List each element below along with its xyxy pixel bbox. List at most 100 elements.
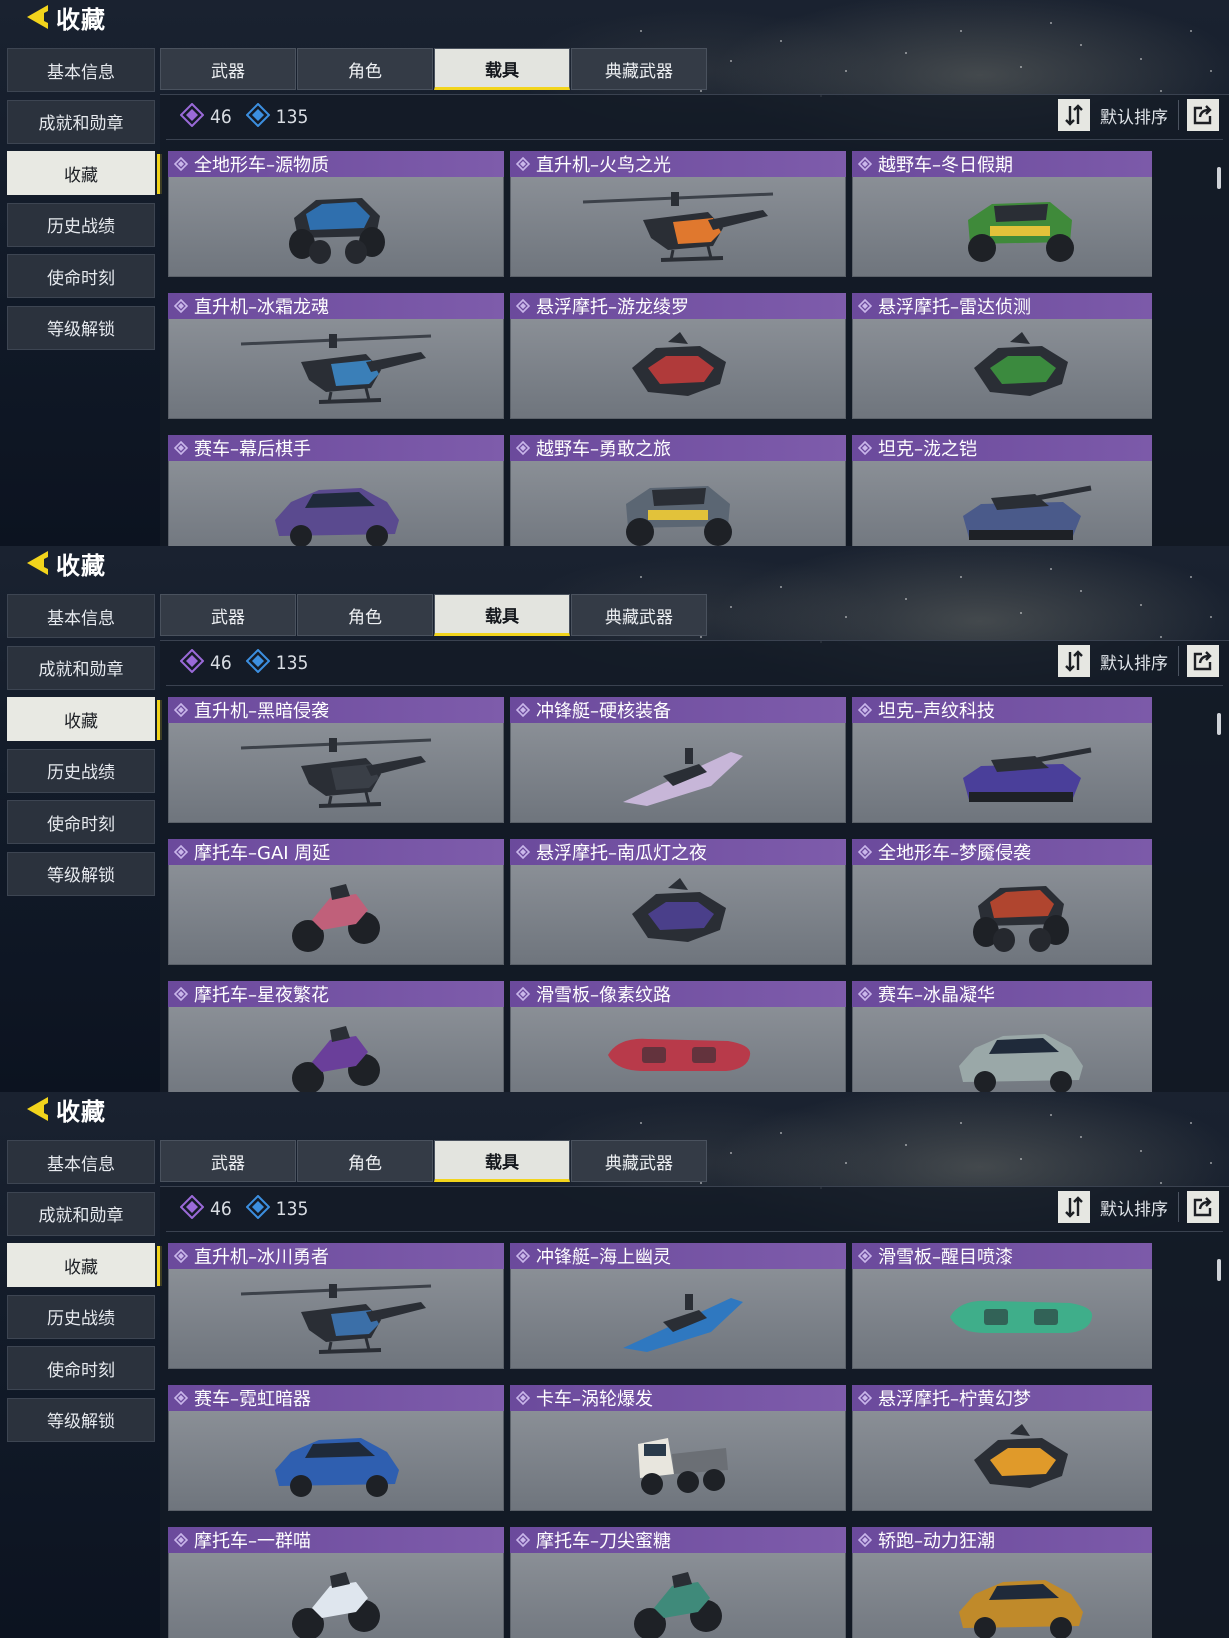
- side-nav-item[interactable]: 使命时刻: [7, 800, 155, 844]
- category-tab[interactable]: 武器: [160, 1140, 296, 1182]
- category-tab[interactable]: 典藏武器: [571, 1140, 707, 1182]
- sort-label[interactable]: 默认排序: [1100, 103, 1168, 128]
- sort-label[interactable]: 默认排序: [1100, 1195, 1168, 1220]
- side-nav-item[interactable]: 基本信息: [7, 594, 155, 638]
- scrollbar-thumb[interactable]: [1217, 1259, 1221, 1281]
- vehicle-card[interactable]: 全地形车–梦魇侵袭: [852, 839, 1152, 965]
- share-button[interactable]: [1187, 1191, 1219, 1223]
- vehicle-card[interactable]: 摩托车–刀尖蜜糖: [510, 1527, 846, 1638]
- sort-toggle-button[interactable]: [1058, 645, 1090, 677]
- share-button[interactable]: [1187, 99, 1219, 131]
- vehicle-preview: [852, 1553, 1152, 1638]
- vehicle-card[interactable]: 冲锋艇–海上幽灵: [510, 1243, 846, 1369]
- side-nav-item[interactable]: 等级解锁: [7, 1397, 155, 1442]
- side-nav-item[interactable]: 历史战绩: [7, 1294, 155, 1339]
- vehicle-grid: 全地形车–源物质 直升机–火鸟之光 越野车–冬日假期 直升机–冰霜龙魂 悬浮摩托…: [168, 151, 1152, 546]
- vehicle-card[interactable]: 直升机–冰川勇者: [168, 1243, 504, 1369]
- divider-line: [166, 685, 1223, 686]
- vehicle-preview: [852, 461, 1152, 546]
- vehicle-card[interactable]: 滑雪板–醒目喷漆: [852, 1243, 1152, 1369]
- back-button[interactable]: [20, 1, 54, 33]
- share-button[interactable]: [1187, 645, 1219, 677]
- category-tab[interactable]: 载具: [434, 48, 570, 90]
- category-tab[interactable]: 载具: [434, 594, 570, 636]
- vehicle-card[interactable]: 摩托车–星夜繁花: [168, 981, 504, 1092]
- vehicle-card[interactable]: 悬浮摩托–游龙绫罗: [510, 293, 846, 419]
- category-tab[interactable]: 角色: [297, 594, 433, 636]
- vehicle-card-header: 悬浮摩托–游龙绫罗: [510, 293, 846, 319]
- vehicle-preview: [510, 177, 846, 277]
- vehicle-card[interactable]: 坦克–泷之铠: [852, 435, 1152, 546]
- scrollbar[interactable]: [1217, 699, 1221, 1079]
- vehicle-name: 轿跑–动力狂潮: [878, 1531, 995, 1552]
- side-nav-item[interactable]: 收藏: [7, 697, 162, 741]
- side-nav-item[interactable]: 历史战绩: [7, 202, 155, 247]
- back-button[interactable]: [20, 1093, 54, 1125]
- side-nav-item[interactable]: 等级解锁: [7, 851, 155, 896]
- scrollbar[interactable]: [1217, 1245, 1221, 1625]
- vehicle-card[interactable]: 赛车–幕后棋手: [168, 435, 504, 546]
- scrollbar-thumb[interactable]: [1217, 713, 1221, 735]
- vehicle-image: [945, 464, 1095, 547]
- vehicle-card[interactable]: 赛车–冰晶凝华: [852, 981, 1152, 1092]
- vehicle-name: 摩托车–星夜繁花: [194, 985, 329, 1006]
- vehicle-card[interactable]: 滑雪板–像素纹路: [510, 981, 846, 1092]
- category-tab[interactable]: 典藏武器: [571, 48, 707, 90]
- vehicle-card[interactable]: 摩托车–一群喵: [168, 1527, 504, 1638]
- vehicle-card[interactable]: 坦克–声纹科技: [852, 697, 1152, 823]
- vehicle-card[interactable]: 悬浮摩托–南瓜灯之夜: [510, 839, 846, 965]
- side-nav-item[interactable]: 成就和勋章: [7, 99, 155, 144]
- side-nav-item[interactable]: 成就和勋章: [7, 1191, 155, 1236]
- vehicle-name: 赛车–冰晶凝华: [878, 985, 995, 1006]
- vehicle-card[interactable]: 越野车–勇敢之旅: [510, 435, 846, 546]
- vehicle-card[interactable]: 卡车–涡轮爆发: [510, 1385, 846, 1511]
- vehicle-card[interactable]: 直升机–冰霜龙魂: [168, 293, 504, 419]
- vehicle-card[interactable]: 全地形车–源物质: [168, 151, 504, 277]
- vehicle-card[interactable]: 赛车–霓虹暗器: [168, 1385, 504, 1511]
- side-nav-item[interactable]: 使命时刻: [7, 254, 155, 298]
- scrollbar[interactable]: [1217, 153, 1221, 533]
- purple-rarity-stat: 46: [179, 1194, 232, 1223]
- category-tab[interactable]: 角色: [297, 48, 433, 90]
- side-nav-item[interactable]: 成就和勋章: [7, 645, 155, 690]
- vehicle-grid: 直升机–黑暗侵袭 冲锋艇–硬核装备 坦克–声纹科技 摩托车–GAI 周延 悬浮摩…: [168, 697, 1152, 1092]
- sort-label[interactable]: 默认排序: [1100, 649, 1168, 674]
- category-tab[interactable]: 武器: [160, 594, 296, 636]
- category-tab[interactable]: 载具: [434, 1140, 570, 1182]
- scrollbar-thumb[interactable]: [1217, 167, 1221, 189]
- vehicle-card[interactable]: 直升机–火鸟之光: [510, 151, 846, 277]
- vehicle-name: 卡车–涡轮爆发: [536, 1389, 653, 1410]
- page-title: 收藏: [56, 1097, 106, 1126]
- side-nav-item[interactable]: 等级解锁: [7, 305, 155, 350]
- vehicle-name: 摩托车–GAI 周延: [194, 843, 331, 864]
- vehicle-card[interactable]: 轿跑–动力狂潮: [852, 1527, 1152, 1638]
- vehicle-card-header: 坦克–泷之铠: [852, 435, 1152, 461]
- rarity-diamond-icon: [516, 441, 530, 455]
- vehicle-card[interactable]: 悬浮摩托–雷达侦测: [852, 293, 1152, 419]
- vehicle-card[interactable]: 越野车–冬日假期: [852, 151, 1152, 277]
- category-tab[interactable]: 武器: [160, 48, 296, 90]
- category-tab[interactable]: 角色: [297, 1140, 433, 1182]
- side-nav-item[interactable]: 基本信息: [7, 1140, 155, 1184]
- vehicle-card[interactable]: 直升机–黑暗侵袭: [168, 697, 504, 823]
- vehicle-preview: [168, 865, 504, 965]
- vehicle-card[interactable]: 冲锋艇–硬核装备: [510, 697, 846, 823]
- rarity-diamond-icon: [174, 703, 188, 717]
- vehicle-image: [945, 726, 1095, 820]
- side-nav-item[interactable]: 历史战绩: [7, 748, 155, 793]
- vehicle-card-header: 赛车–霓虹暗器: [168, 1385, 504, 1411]
- back-button[interactable]: [20, 547, 54, 579]
- side-nav-item[interactable]: 基本信息: [7, 48, 155, 92]
- blue-count: 135: [275, 106, 309, 128]
- vehicle-preview: [852, 177, 1152, 277]
- sort-toggle-button[interactable]: [1058, 1191, 1090, 1223]
- vehicle-name: 全地形车–梦魇侵袭: [878, 843, 1031, 864]
- side-nav-item[interactable]: 收藏: [7, 1243, 162, 1287]
- side-nav-item[interactable]: 收藏: [7, 151, 162, 195]
- category-tab[interactable]: 典藏武器: [571, 594, 707, 636]
- vehicle-card[interactable]: 悬浮摩托–柠黄幻梦: [852, 1385, 1152, 1511]
- side-nav-item[interactable]: 使命时刻: [7, 1346, 155, 1390]
- sort-toggle-button[interactable]: [1058, 99, 1090, 131]
- vehicle-name: 直升机–黑暗侵袭: [194, 701, 329, 722]
- vehicle-card[interactable]: 摩托车–GAI 周延: [168, 839, 504, 965]
